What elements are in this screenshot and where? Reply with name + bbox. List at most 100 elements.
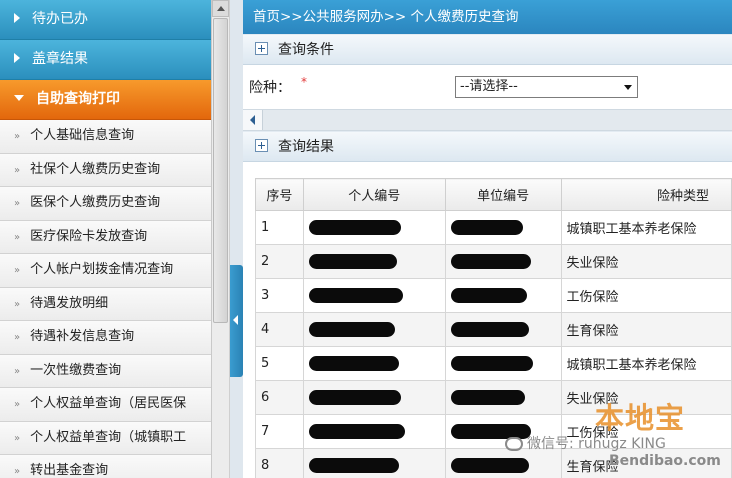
redaction-mark [450, 254, 531, 269]
redaction-mark [308, 390, 401, 405]
redaction-mark [308, 322, 395, 337]
sidebar-item-label: 个人权益单查询（城镇职工 [30, 429, 187, 445]
breadcrumb: 首页>>公共服务网办>> 个人缴费历史查询 [243, 0, 732, 34]
arrow-icon: » [14, 131, 21, 142]
insurance-type-cell: 失业保险 [560, 244, 732, 279]
row-number: 6 [255, 380, 304, 415]
redaction-mark [308, 254, 397, 269]
arrow-icon: » [14, 298, 21, 310]
row-number: 5 [255, 346, 304, 381]
row-number: 1 [255, 210, 304, 245]
arrow-icon: » [14, 164, 21, 176]
nav-header-label: 待办已办 [32, 11, 88, 27]
sidebar-item-label: 社保个人缴费历史查询 [30, 161, 161, 177]
redaction-mark [308, 458, 399, 473]
column-header: 个人编号 [302, 178, 446, 211]
column-header: 单位编号 [444, 178, 562, 211]
column-header: 序号 [255, 178, 304, 211]
sidebar-item-rights-resident[interactable]: » 个人权益单查询（居民医保 [0, 388, 211, 422]
wechat-text: 微信号: ruhugz KING [527, 436, 666, 452]
insurance-type-cell: 城镇职工基本养老保险 [560, 346, 732, 381]
unit-id-cell [444, 346, 562, 381]
personal-id-cell [302, 244, 446, 279]
redaction-mark [450, 288, 527, 303]
query-conditions-header[interactable]: 查询条件 [243, 34, 732, 65]
redaction-mark [450, 220, 523, 235]
insurance-type-label: 险种： [249, 80, 291, 96]
sidebar-nav: 待办已办 盖章结果 自助查询打印 » 个人基础信息查询 » 社保个人缴费历史查询 »… [0, 0, 212, 478]
personal-id-cell [302, 414, 446, 449]
sidebar-item-label: 个人基础信息查询 [30, 128, 135, 143]
nav-header-self-query[interactable]: 自助查询打印 [0, 80, 211, 120]
insurance-type-select[interactable]: --请选择-- [455, 76, 638, 98]
row-number: 8 [255, 448, 304, 478]
caret-down-icon [14, 95, 24, 101]
redaction-mark [450, 356, 533, 371]
arrow-icon: » [14, 332, 21, 343]
section-title: 查询条件 [278, 42, 334, 58]
sidebar-item-medical-card[interactable]: » 医疗保险卡发放查询 [0, 220, 211, 254]
query-results-header[interactable]: 查询结果 [243, 131, 732, 162]
nav-header-label: 自助查询打印 [36, 91, 120, 107]
personal-id-cell [302, 210, 446, 245]
table-header-row: 序号 个人编号 单位编号 险种类型 [255, 178, 732, 211]
insurance-type-cell: 生育保险 [560, 312, 732, 347]
arrow-icon: » [14, 466, 21, 477]
expand-plus-icon[interactable] [255, 41, 268, 55]
sidebar-item-label: 一次性缴费查询 [30, 362, 122, 378]
dropdown-arrow-icon [624, 85, 632, 90]
table-row[interactable]: 5 城镇职工基本养老保险 [255, 346, 732, 381]
section-title: 查询结果 [278, 139, 334, 155]
scroll-left-icon[interactable] [243, 110, 263, 130]
caret-right-icon [14, 13, 20, 23]
arrow-icon: » [14, 198, 21, 209]
redaction-mark [308, 356, 399, 371]
caret-right-icon [14, 53, 20, 63]
arrow-icon: » [14, 365, 21, 377]
scroll-up-icon[interactable] [212, 0, 229, 17]
nav-header-label: 盖章结果 [32, 51, 88, 67]
sidebar-item-label: 待遇发放明细 [30, 295, 109, 311]
nav-header-stamp-result[interactable]: 盖章结果 [0, 40, 211, 80]
table-row[interactable]: 2 失业保险 [255, 244, 732, 279]
redaction-mark [308, 288, 403, 303]
sidebar-item-medical-payment[interactable]: » 医保个人缴费历史查询 [0, 187, 211, 221]
sidebar-item-account-transfer[interactable]: » 个人帐户划拨金情况查询 [0, 254, 211, 288]
nav-header-todo[interactable]: 待办已办 [0, 0, 211, 40]
expand-plus-icon[interactable] [255, 138, 268, 152]
wechat-icon [505, 437, 523, 451]
row-number: 7 [255, 414, 304, 449]
redaction-mark [308, 220, 401, 235]
select-value: --请选择-- [460, 79, 518, 94]
sidebar-item-benefit-detail[interactable]: » 待遇发放明细 [0, 287, 211, 321]
personal-id-cell [302, 448, 446, 478]
table-row[interactable]: 4 生育保险 [255, 312, 732, 347]
sidebar-item-personal-info[interactable]: » 个人基础信息查询 [0, 120, 211, 154]
sidebar-item-fund-transfer[interactable]: » 转出基金查询 [0, 455, 211, 478]
table-row[interactable]: 3 工伤保险 [255, 278, 732, 313]
site-url: Bendibao.com [609, 453, 721, 469]
insurance-type-cell: 城镇职工基本养老保险 [560, 210, 732, 245]
sidebar-item-label: 待遇补发信息查询 [30, 329, 135, 344]
scroll-thumb[interactable] [213, 18, 228, 323]
horizontal-scrollbar[interactable] [243, 109, 732, 131]
required-mark: * [301, 75, 307, 89]
sidebar-item-label: 医疗保险卡发放查询 [30, 228, 148, 244]
sidebar-item-rights-urban[interactable]: » 个人权益单查询（城镇职工 [0, 421, 211, 455]
sidebar-item-label: 个人帐户划拨金情况查询 [30, 262, 174, 277]
sidebar-scrollbar[interactable] [212, 0, 230, 478]
arrow-icon: » [14, 231, 21, 243]
collapse-sidebar-button[interactable] [230, 265, 243, 377]
watermark: 本地宝 微信号: ruhugz KING Bendibao.com [505, 395, 730, 475]
wechat-id: 微信号: ruhugz KING [505, 433, 666, 453]
insurance-type-cell: 工伤保险 [560, 278, 732, 313]
unit-id-cell [444, 210, 562, 245]
redaction-mark [308, 424, 405, 439]
table-row[interactable]: 1 城镇职工基本养老保险 [255, 210, 732, 245]
personal-id-cell [302, 312, 446, 347]
unit-id-cell [444, 278, 562, 313]
sidebar-item-benefit-reissue[interactable]: » 待遇补发信息查询 [0, 321, 211, 355]
arrow-icon: » [14, 399, 21, 410]
sidebar-item-lump-sum[interactable]: » 一次性缴费查询 [0, 354, 211, 388]
sidebar-item-social-payment[interactable]: » 社保个人缴费历史查询 [0, 153, 211, 187]
